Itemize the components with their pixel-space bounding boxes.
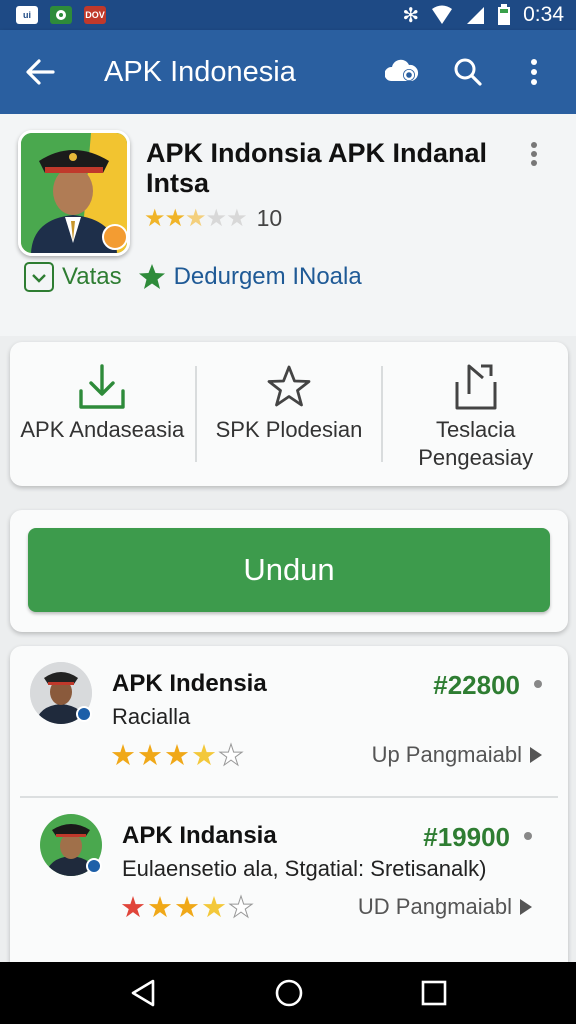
list-item-title: APK Indansia — [122, 822, 277, 849]
verified-badge-icon — [76, 706, 92, 722]
home-nav-icon[interactable] — [274, 978, 304, 1008]
list-item-price: #19900 — [423, 822, 510, 852]
list-item-title: APK Indensia — [112, 670, 267, 697]
list-item-price: #22800 — [433, 670, 520, 700]
back-button[interactable] — [0, 30, 80, 114]
app-rating: ★★★★★ 10 — [144, 204, 282, 233]
cloud-gear-icon — [385, 59, 419, 81]
action-download[interactable]: APK Andaseasia — [10, 342, 195, 486]
download-icon — [79, 364, 126, 409]
dot-icon — [534, 680, 542, 688]
page-title: APK Indonesia — [104, 55, 296, 88]
list-item-stars: ★★★★★ — [110, 740, 245, 773]
signal-icon — [467, 7, 485, 24]
app-overflow-button[interactable] — [530, 142, 538, 171]
notification-icon-ui: ui — [16, 6, 38, 24]
app-header: APK Indonsia APK Indanal Intsa ★★★★★ 10 … — [0, 114, 576, 336]
notification-icon-app — [50, 6, 72, 24]
overflow-menu-button[interactable] — [514, 52, 554, 92]
list-item[interactable]: APK Indansia #19900 Eulaensetio ala, Stg… — [20, 796, 558, 946]
star-icon — [138, 264, 165, 289]
developer-link[interactable]: Dedurgem INoala — [174, 263, 362, 291]
action-label: APK Andaseasia — [20, 417, 185, 442]
play-arrow-icon — [530, 747, 542, 763]
system-icons: ✻ 0:34 — [402, 3, 564, 28]
search-icon — [454, 58, 482, 86]
bluetooth-icon: ✻ — [402, 4, 420, 27]
search-button[interactable] — [448, 52, 488, 92]
rating-stars: ★★★★★ — [144, 205, 248, 232]
play-arrow-icon — [520, 899, 532, 915]
dot-icon — [524, 832, 532, 840]
app-tags: Vatas Dedurgem INoala — [24, 262, 362, 292]
download-card: Undun — [10, 510, 568, 632]
battery-icon — [498, 4, 511, 25]
app-bar: APK Indonesia — [0, 30, 576, 114]
action-card: APK Andaseasia SPK Plodesian Teslacia Pe… — [10, 342, 568, 486]
system-nav-bar — [0, 962, 576, 1024]
list-item-subtitle: Eulaensetio ala, Stgatial: Sretisanalk) — [122, 856, 487, 881]
list-item-action[interactable]: Up Pangmaiabl — [372, 742, 542, 768]
back-nav-icon[interactable] — [129, 978, 157, 1008]
more-vert-icon — [531, 142, 537, 166]
verified-badge-icon — [86, 858, 102, 874]
list-item-stars: ★★★★★ — [120, 892, 255, 925]
clock: 0:34 — [523, 3, 564, 26]
action-label: SPK Plodesian — [215, 417, 363, 442]
wifi-icon — [432, 5, 453, 24]
more-vert-icon — [531, 59, 537, 85]
star-outline-icon — [267, 365, 311, 407]
app-icon — [18, 130, 130, 256]
action-label: Teslacia Pengeasiay — [418, 417, 534, 470]
download-button[interactable]: Undun — [28, 528, 550, 612]
action-wishlist[interactable]: SPK Plodesian — [194, 365, 382, 462]
arrow-left-icon — [26, 59, 55, 85]
notification-icons: ui DOV — [16, 6, 106, 24]
related-apps-list: APK Indensia #22800 Racialla ★★★★★ Up Pa… — [10, 646, 568, 976]
action-share[interactable]: Teslacia Pengeasiay — [381, 364, 568, 470]
list-item[interactable]: APK Indensia #22800 Racialla ★★★★★ Up Pa… — [10, 646, 568, 796]
share-icon — [455, 364, 497, 410]
settings-button[interactable] — [382, 52, 422, 92]
verified-check-icon — [24, 262, 54, 292]
list-item-action[interactable]: UD Pangmaiabl — [358, 894, 532, 920]
recents-nav-icon[interactable] — [421, 980, 447, 1006]
app-name: APK Indonsia APK Indanal Intsa — [146, 138, 488, 198]
status-bar: ui DOV ✻ 0:34 — [0, 0, 576, 30]
rating-count: 10 — [256, 205, 283, 231]
notification-icon-dov: DOV — [84, 6, 106, 24]
verified-label: Vatas — [62, 263, 122, 290]
list-item-subtitle: Racialla — [112, 704, 191, 729]
